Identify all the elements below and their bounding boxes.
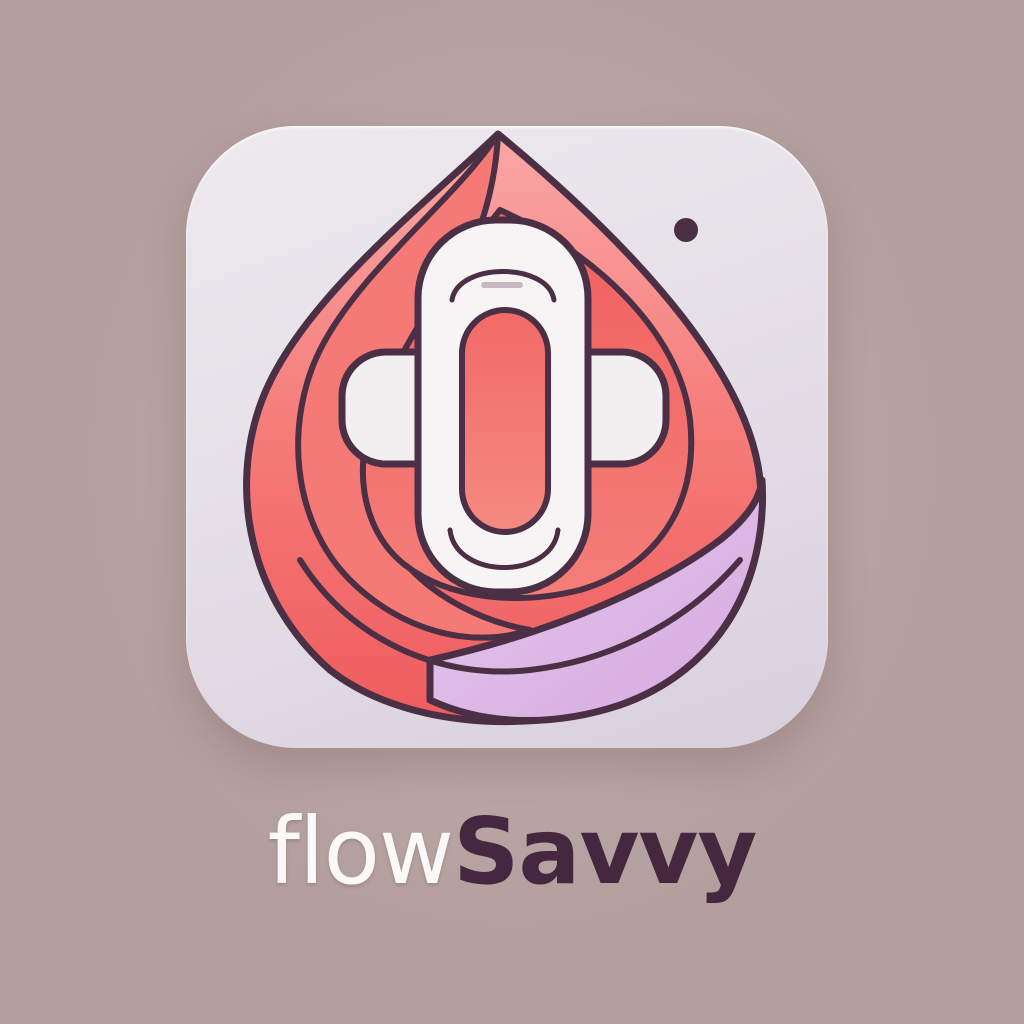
wordmark-flow: flow — [267, 798, 454, 905]
wordmark-savvy: Savvy — [453, 798, 757, 905]
dot-icon — [674, 218, 698, 242]
app-wordmark: flowSavvy — [0, 792, 1024, 912]
